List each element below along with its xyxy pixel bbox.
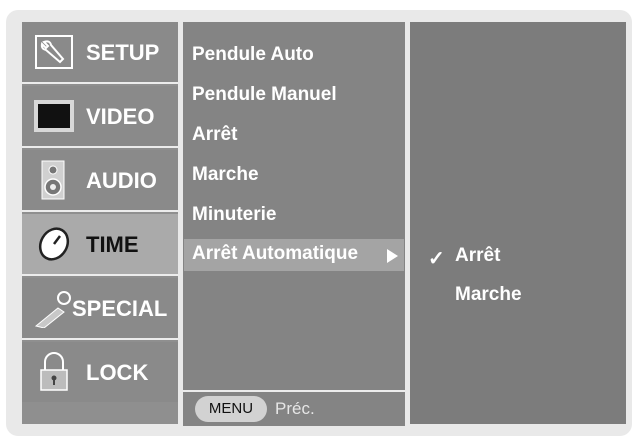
triangle-right-icon — [387, 249, 398, 263]
tv-screen-icon — [34, 100, 74, 132]
tab-label: AUDIO — [86, 168, 157, 193]
speaker-icon — [41, 160, 65, 200]
clock-icon — [38, 227, 70, 261]
menu-item-label: Arrêt Automatique — [192, 243, 359, 264]
tab-video[interactable]: VIDEO — [22, 86, 178, 148]
tab-label: TIME — [86, 232, 139, 257]
option-arret[interactable]: Arrêt — [455, 245, 500, 267]
padlock-icon — [40, 352, 68, 391]
tab-setup[interactable]: SETUP — [22, 22, 178, 84]
menu-button[interactable]: MENU — [195, 396, 267, 422]
menu-item-arret-automatique[interactable]: Arrêt Automatique — [184, 239, 404, 271]
tab-time[interactable]: TIME — [22, 214, 178, 276]
menu-item-minuterie[interactable]: Minuterie — [192, 204, 276, 226]
menu-item-pendule-manuel[interactable]: Pendule Manuel — [192, 84, 337, 106]
tab-special[interactable]: SPECIAL — [22, 278, 178, 340]
back-label: Préc. — [275, 399, 315, 418]
tab-label: SETUP — [86, 40, 160, 65]
tab-audio[interactable]: AUDIO — [22, 150, 178, 212]
tab-label: VIDEO — [86, 104, 155, 129]
menu-footer: MENU Préc. — [183, 390, 405, 426]
tab-lock[interactable]: LOCK — [22, 342, 178, 402]
wrench-icon — [35, 35, 73, 69]
option-marche[interactable]: Marche — [455, 284, 522, 306]
options-column — [410, 22, 626, 424]
key-icon — [34, 291, 71, 328]
tab-label: LOCK — [86, 360, 149, 385]
tab-label: SPECIAL — [72, 296, 168, 321]
menu-item-pendule-auto[interactable]: Pendule Auto — [192, 44, 314, 66]
menu-item-marche[interactable]: Marche — [192, 164, 259, 186]
checkmark-icon: ✓ — [428, 248, 445, 270]
menu-item-arret[interactable]: Arrêt — [192, 124, 237, 146]
